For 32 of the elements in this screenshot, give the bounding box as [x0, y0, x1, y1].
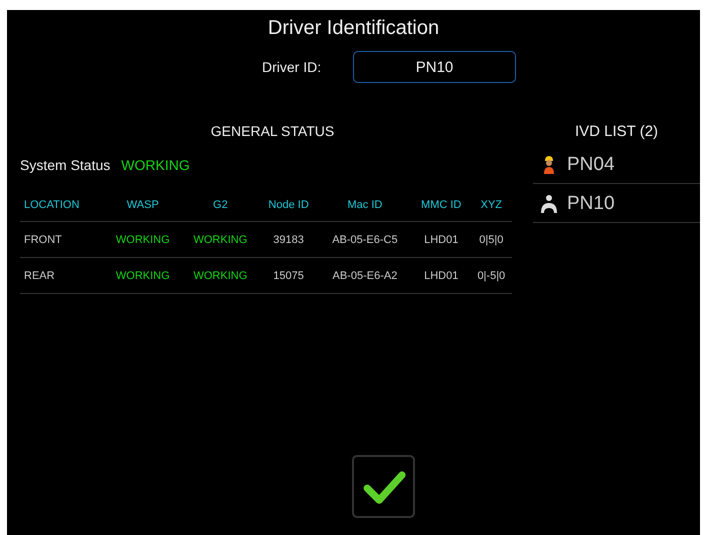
table-cell: 0|5|0 — [470, 222, 512, 258]
section-heading: GENERAL STATUS — [210, 123, 336, 141]
system-status-label: System Status — [20, 157, 110, 173]
ivd-item[interactable]: PN10 — [567, 193, 615, 215]
confirm-button[interactable] — [352, 455, 415, 518]
table-cell: WORKING — [182, 222, 260, 258]
table-cell: REAR — [20, 258, 104, 294]
column-header: G2 — [182, 189, 260, 222]
table-cell: 0|-5|0 — [470, 258, 512, 294]
driver-id-label: Driver ID: — [262, 59, 322, 75]
table-cell: AB-05-E6-A2 — [318, 258, 412, 294]
table-cell: WORKING — [104, 258, 182, 294]
table-cell: 15075 — [259, 258, 318, 294]
ivd-item[interactable]: PN04 — [567, 154, 615, 176]
column-header: MMC ID — [412, 189, 471, 222]
table-cell: 39183 — [259, 222, 318, 258]
screen-title: Driver Identification — [266, 17, 440, 40]
system-status-value: WORKING — [121, 157, 190, 173]
column-header: Mac ID — [318, 189, 412, 222]
section-heading: IVD LIST (2) — [574, 123, 660, 142]
column-header: Node ID — [259, 189, 318, 222]
table-cell: WORKING — [104, 222, 182, 258]
column-header: WASP — [104, 189, 182, 222]
table-cell: FRONT — [20, 222, 104, 258]
table-cell: LHD01 — [412, 222, 471, 258]
table-cell: AB-05-E6-C5 — [318, 222, 412, 258]
column-header: LOCATION — [20, 189, 104, 222]
driver-id-field[interactable]: PN10 — [353, 51, 516, 83]
column-header: XYZ — [470, 189, 512, 222]
table-cell: LHD01 — [412, 258, 471, 294]
table-cell: WORKING — [182, 258, 260, 294]
driver-icon — [539, 194, 559, 214]
